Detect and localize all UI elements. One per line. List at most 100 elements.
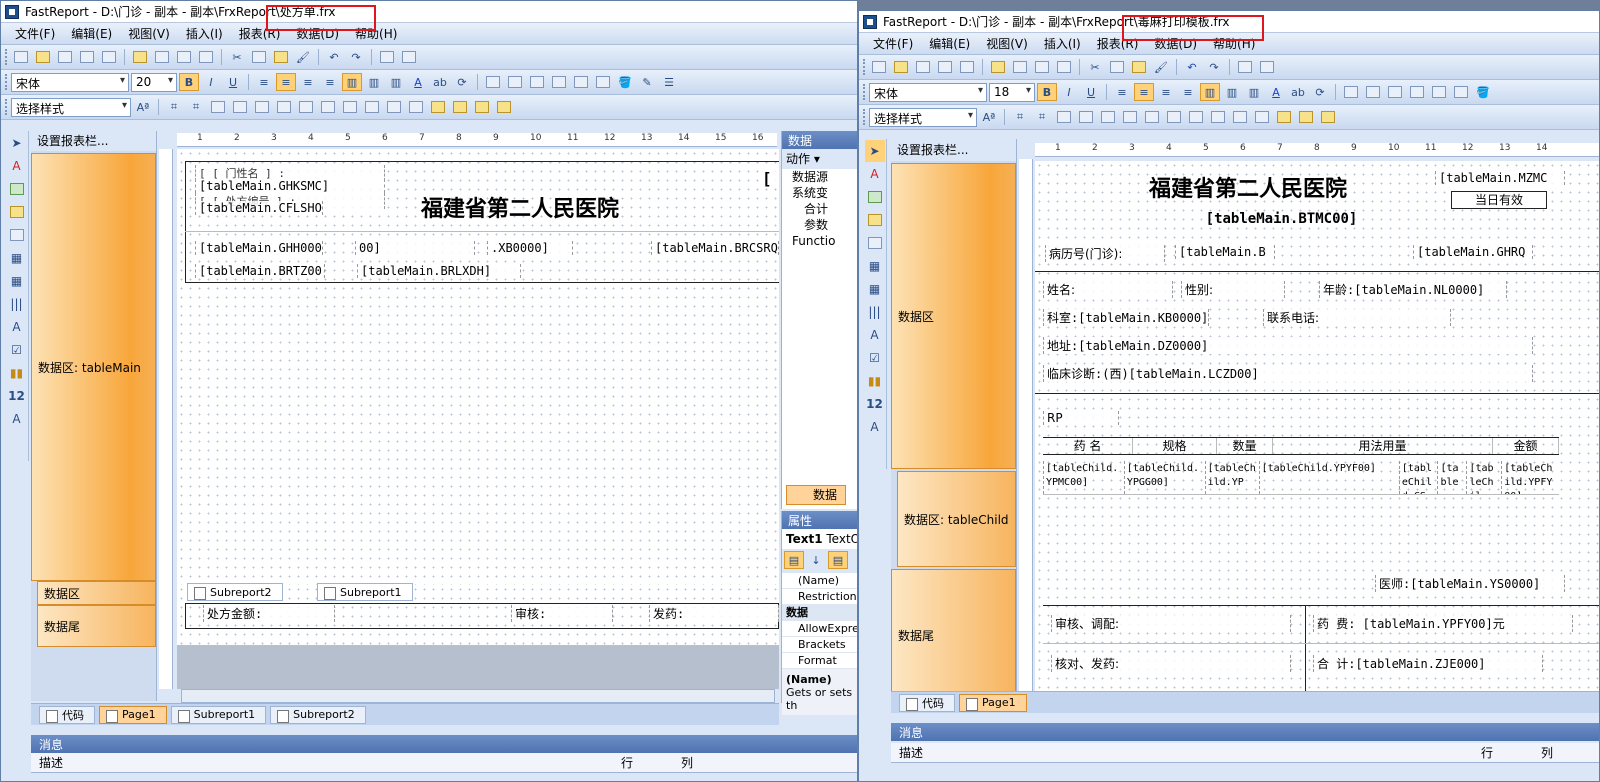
chart-object-icon[interactable]: ▮▮	[7, 362, 27, 384]
fill-color-icon[interactable]: 🪣	[1473, 83, 1493, 101]
tree-parameters[interactable]: 参数	[782, 217, 857, 233]
toolbar-grip[interactable]	[863, 84, 867, 100]
table-header-cell[interactable]: 规格	[1133, 438, 1217, 454]
object-selector[interactable]: Text1 TextOb	[782, 529, 857, 549]
align-left-icon[interactable]: ≡	[254, 73, 274, 91]
frame-all-icon[interactable]	[571, 73, 591, 91]
field-ghrq[interactable]: [tableMain.GHRQ	[1413, 245, 1533, 259]
field-diagnosis[interactable]: 临床诊断:(西)[tableMain.LCZD00]	[1043, 365, 1533, 382]
field-dept[interactable]: 科室:[tableMain.KB0000]	[1043, 309, 1209, 326]
table-header-cell[interactable]: 用法用量	[1273, 438, 1493, 454]
frame-bottom-icon[interactable]	[505, 73, 525, 91]
menu-view[interactable]: 视图(V)	[978, 35, 1036, 52]
band-data-tablemain[interactable]: 数据区: tableMain	[31, 153, 156, 581]
align-center-icon[interactable]: ≡	[1134, 83, 1154, 101]
subreport-object-icon[interactable]	[7, 224, 27, 246]
field-brlxdh[interactable]: [tableMain.BRLXDH]	[357, 264, 521, 278]
toolbar-grip[interactable]	[863, 109, 867, 125]
label-name[interactable]: 姓名:	[1043, 281, 1173, 298]
cellular-text-icon[interactable]: A	[7, 408, 27, 430]
group-icon[interactable]	[377, 48, 397, 66]
menu-file[interactable]: 文件(F)	[865, 35, 921, 52]
same-width-icon[interactable]	[340, 98, 360, 116]
col-description[interactable]: 描述	[31, 754, 621, 771]
align-bottoms-icon[interactable]	[1164, 108, 1184, 126]
align-center-icon[interactable]: ≡	[276, 73, 296, 91]
font-name-combo[interactable]: 宋体	[869, 82, 987, 102]
label-review[interactable]: 审核、调配:	[1051, 615, 1291, 632]
table-cell[interactable]: [tableChil	[1466, 461, 1501, 494]
label-rp[interactable]: RP	[1043, 411, 1119, 425]
band-setup-button[interactable]: 设置报表栏...	[891, 139, 1016, 161]
band-data-tablechild[interactable]: 数据区: tableChild	[897, 471, 1016, 567]
band-data-header[interactable]: 数据区	[891, 163, 1016, 469]
band-data-footer[interactable]: 数据尾	[891, 569, 1016, 701]
frame-top-icon[interactable]	[483, 73, 503, 91]
preview-icon[interactable]	[957, 58, 977, 76]
categorized-icon[interactable]: ▤	[784, 551, 804, 569]
frame-all-icon[interactable]	[1429, 83, 1449, 101]
tab-subreport2[interactable]: Subreport2	[270, 705, 366, 724]
toolbar-grip[interactable]	[863, 59, 867, 75]
font-color-icon[interactable]: A	[1266, 83, 1286, 101]
tab-subreport1[interactable]: Subreport1	[170, 705, 267, 724]
frame-top-icon[interactable]	[1341, 83, 1361, 101]
label-phone[interactable]: 联系电话:	[1263, 309, 1451, 326]
new-dialog-icon[interactable]	[152, 48, 172, 66]
tree-totals[interactable]: 合计	[782, 201, 857, 217]
page-setup-icon[interactable]	[196, 48, 216, 66]
band-setup-button[interactable]: 设置报表栏...	[31, 131, 156, 151]
rich-text-object-icon[interactable]: A	[865, 324, 885, 346]
copy-icon[interactable]	[1107, 58, 1127, 76]
align-top-icon[interactable]: ▥	[342, 73, 362, 91]
table-object-icon[interactable]: ▦	[7, 247, 27, 269]
format-painter-icon[interactable]: 🖌	[1151, 58, 1171, 76]
save-as-icon[interactable]	[77, 48, 97, 66]
matrix-object-icon[interactable]: ▦	[865, 278, 885, 300]
align-centers-icon[interactable]	[1076, 108, 1096, 126]
table-header-cell[interactable]: 药 名	[1043, 438, 1133, 454]
redo-icon[interactable]: ↷	[1204, 58, 1224, 76]
align-middle-icon[interactable]: ▥	[364, 73, 384, 91]
barcode-object-icon[interactable]: |||	[7, 293, 27, 315]
space-horizontal-icon[interactable]	[384, 98, 404, 116]
data-tab[interactable]: 数据	[786, 485, 846, 505]
field-ghksmc[interactable]: [tableMain.GHKSMC]	[195, 179, 385, 193]
tab-page1[interactable]: Page1	[99, 705, 167, 724]
save-as-icon[interactable]	[935, 58, 955, 76]
cellular-text-icon[interactable]: A	[865, 416, 885, 438]
chart-object-icon[interactable]: ▮▮	[865, 370, 885, 392]
zipcode-object-icon[interactable]: 12	[865, 393, 885, 415]
align-middle-icon[interactable]: ▥	[1222, 83, 1242, 101]
italic-icon[interactable]: I	[201, 73, 221, 91]
rich-text-object-icon[interactable]: A	[7, 316, 27, 338]
font-name-combo[interactable]: 宋体	[11, 72, 129, 92]
align-middles-icon[interactable]	[296, 98, 316, 116]
fit-grid-icon[interactable]: ⌗	[186, 98, 206, 116]
center-horizontal-icon[interactable]	[1274, 108, 1294, 126]
underline-icon[interactable]: U	[1081, 83, 1101, 101]
ungroup-icon[interactable]	[399, 48, 419, 66]
right-design-canvas[interactable]: 福建省第二人民医院 [tableMain.MZMC 当日有效 [tableMai…	[1035, 161, 1599, 693]
subreport-object-icon[interactable]	[865, 232, 885, 254]
redo-icon[interactable]: ↷	[346, 48, 366, 66]
properties-icon[interactable]: ▤	[828, 551, 848, 569]
tab-code[interactable]: 代码	[899, 693, 955, 712]
align-to-grid-icon[interactable]: ⌗	[1010, 108, 1030, 126]
band-data[interactable]: 数据区	[37, 581, 156, 605]
align-right-icon[interactable]: ≡	[1156, 83, 1176, 101]
new-page-icon[interactable]	[130, 48, 150, 66]
zipcode-object-icon[interactable]: 12	[7, 385, 27, 407]
new-report-icon[interactable]	[869, 58, 889, 76]
style-icon[interactable]: Aª	[133, 98, 153, 116]
table-cell[interactable]: [tableChild.YPGG00]	[1123, 461, 1205, 494]
col-line[interactable]: 行	[1481, 744, 1541, 761]
open-icon[interactable]	[33, 48, 53, 66]
align-bottom-icon[interactable]: ▥	[386, 73, 406, 91]
footer-review-label[interactable]: 审核:	[511, 605, 613, 622]
undo-icon[interactable]: ↶	[324, 48, 344, 66]
subreport1-object[interactable]: Subreport1	[317, 583, 413, 601]
prop-brackets[interactable]: Brackets	[782, 637, 857, 653]
highlight-icon[interactable]: ab	[1288, 83, 1308, 101]
field-total[interactable]: 合 计:[tableMain.ZJE000]	[1313, 655, 1543, 672]
